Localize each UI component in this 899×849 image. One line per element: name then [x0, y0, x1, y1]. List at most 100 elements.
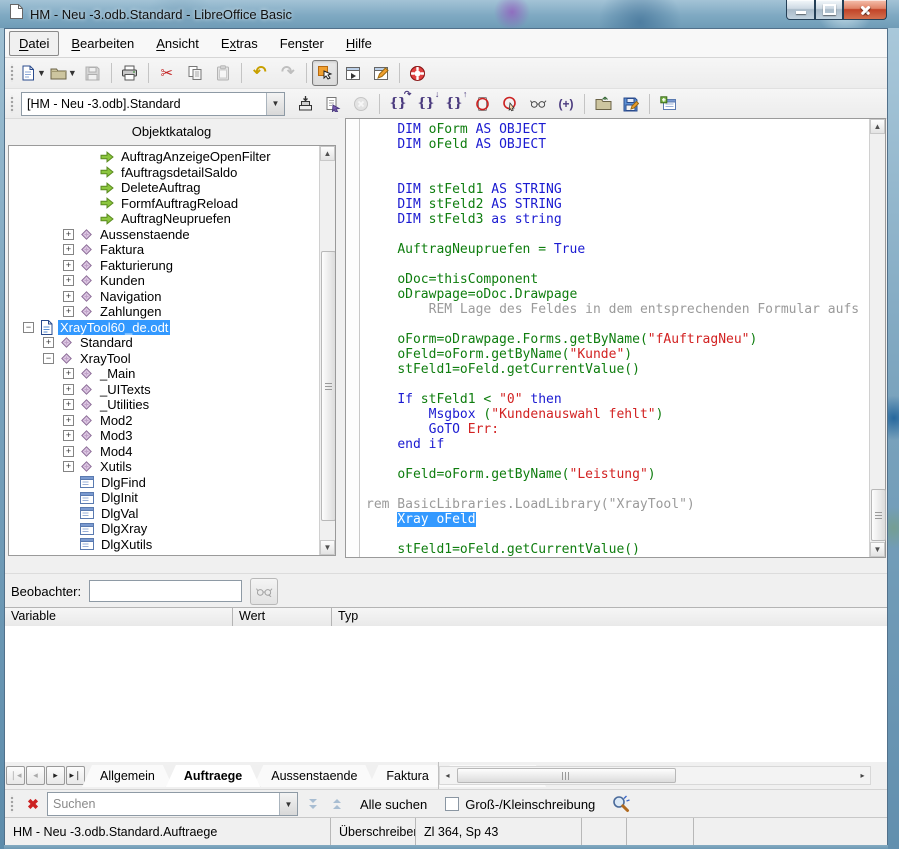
collapse-minus-icon[interactable]: − [23, 322, 34, 333]
maximize-button[interactable] [815, 0, 843, 20]
expand-plus-icon[interactable]: + [43, 337, 54, 348]
code-area[interactable]: DIM oForm AS OBJECT DIM oFeld AS OBJECT … [360, 119, 869, 557]
tree-item-DlgXray[interactable]: DlgXray [9, 521, 319, 537]
tree-item-Kunden[interactable]: + Kunden [9, 273, 319, 289]
expand-plus-icon[interactable]: + [63, 306, 74, 317]
minimize-button[interactable] [786, 0, 815, 20]
menu-datei[interactable]: Datei [9, 31, 59, 56]
tree-item-FormfAuftragReload[interactable]: FormfAuftragReload [9, 196, 319, 212]
tree-item-label[interactable]: _Utilities [98, 397, 151, 412]
tree-item-XrayTool[interactable]: − XrayTool [9, 351, 319, 367]
breakpoint-gutter[interactable] [346, 119, 360, 557]
expand-plus-icon[interactable]: + [63, 384, 74, 395]
tree-item-fAuftragsdetailSaldo[interactable]: fAuftragsdetailSaldo [9, 165, 319, 181]
tree-item-Mod3[interactable]: +Mod3 [9, 428, 319, 444]
tree-item-label[interactable]: Xutils [98, 459, 134, 474]
toolbar-grip[interactable] [8, 795, 17, 813]
tree-item-Xutils[interactable]: + Xutils [9, 459, 319, 475]
toolbar-grip[interactable] [8, 95, 17, 113]
toolbar-grip[interactable] [8, 64, 17, 82]
tree-item-_UITexts[interactable]: +_UITexts [9, 382, 319, 398]
import-basic-source-button[interactable] [590, 91, 616, 117]
copy-button[interactable] [182, 60, 208, 86]
expand-plus-icon[interactable]: + [63, 244, 74, 255]
scroll-down-icon[interactable]: ▼ [320, 540, 335, 555]
tree-item-label[interactable]: DlgFind [99, 475, 148, 490]
save-basic-source-button[interactable] [618, 91, 644, 117]
edit-dialog-button[interactable] [368, 60, 394, 86]
expand-plus-icon[interactable]: + [63, 399, 74, 410]
search-input-value[interactable]: Suchen [48, 797, 279, 811]
tree-item-label[interactable]: Mod2 [98, 413, 135, 428]
match-case-checkbox[interactable] [445, 797, 459, 811]
close-search-icon[interactable]: ✖ [23, 794, 43, 814]
tree-item-Aussenstaende[interactable]: + Aussenstaende [9, 227, 319, 243]
library-combobox[interactable]: [HM - Neu -3.odb].Standard ▼ [21, 92, 285, 116]
print-button[interactable] [117, 60, 143, 86]
tree-item-DlgFind[interactable]: DlgFind [9, 475, 319, 491]
search-combobox[interactable]: Suchen ▼ [47, 792, 298, 816]
tree-item-label[interactable]: DeleteAuftrag [119, 180, 203, 195]
menu-ansicht[interactable]: Ansicht [146, 31, 209, 56]
tree-item-DlgXutils[interactable]: DlgXutils [9, 537, 319, 553]
tree-item-label[interactable]: Fakturierung [98, 258, 175, 273]
tree-item-label[interactable]: Kunden [98, 273, 147, 288]
horizontal-scrollbar[interactable]: ◂ ▸ [439, 766, 871, 785]
editor-scrollbar[interactable]: ▲ ▼ [869, 119, 885, 557]
next-tab-button[interactable]: ▸ [46, 766, 65, 785]
expand-plus-icon[interactable]: + [63, 260, 74, 271]
watch-column-wert[interactable]: Wert [233, 608, 332, 626]
search-all-button[interactable]: Alle suchen [360, 797, 427, 812]
tree-item-Standard[interactable]: +Standard [9, 335, 319, 351]
tree-item-label[interactable]: Mod4 [98, 444, 135, 459]
expand-plus-icon[interactable]: + [63, 368, 74, 379]
run-macro-button[interactable] [320, 91, 346, 117]
manage-modules-button[interactable] [655, 91, 681, 117]
tree-item-label[interactable]: Faktura [98, 242, 146, 257]
expand-plus-icon[interactable]: + [63, 291, 74, 302]
expand-plus-icon[interactable]: + [63, 275, 74, 286]
tree-item-label[interactable]: fAuftragsdetailSaldo [119, 165, 239, 180]
object-catalog-tree[interactable]: AuftragAnzeigeOpenFilterfAuftragsdetailS… [8, 145, 336, 556]
horizontal-scrollbar-thumb[interactable] [457, 768, 676, 783]
tree-item-DeleteAuftrag[interactable]: DeleteAuftrag [9, 180, 319, 196]
search-combobox-dropdown[interactable]: ▼ [279, 793, 297, 815]
scroll-right-icon[interactable]: ▸ [855, 767, 870, 784]
expand-plus-icon[interactable]: + [63, 446, 74, 457]
tree-item-DlgInit[interactable]: DlgInit [9, 490, 319, 506]
help-button[interactable] [405, 60, 431, 86]
tree-item-label[interactable]: Mod3 [98, 428, 135, 443]
tree-scrollbar-thumb[interactable] [321, 251, 336, 521]
test-dialog-button[interactable] [340, 60, 366, 86]
tree-item-Mod4[interactable]: + Mod4 [9, 444, 319, 460]
new-document-button[interactable]: ▼ [18, 60, 47, 86]
tree-item-label[interactable]: DlgXray [99, 521, 149, 536]
tab-allgemein[interactable]: Allgemein [82, 765, 173, 787]
watch-table-body[interactable] [5, 626, 887, 763]
open-document-button[interactable]: ▼ [49, 60, 78, 86]
compile-button[interactable] [292, 91, 318, 117]
tree-item-Zahlungen[interactable]: +Zahlungen [9, 304, 319, 320]
tree-item-label[interactable]: XrayTool [78, 351, 133, 366]
find-and-replace-icon[interactable] [611, 795, 631, 813]
tree-item-label[interactable]: XrayTool60_de.odt [58, 320, 170, 335]
expand-plus-icon[interactable]: + [63, 229, 74, 240]
scroll-down-icon[interactable]: ▼ [870, 542, 885, 557]
expand-plus-icon[interactable]: + [63, 461, 74, 472]
tree-item-label[interactable]: AuftragAnzeigeOpenFilter [119, 149, 273, 164]
menu-hilfe[interactable]: Hilfe [336, 31, 382, 56]
tree-item-label[interactable]: _Main [98, 366, 137, 381]
dropdown-caret-icon[interactable]: ▼ [37, 68, 46, 78]
step-into-button[interactable]: {}↓ [413, 91, 439, 117]
title-bar[interactable]: HM - Neu -3.odb.Standard - LibreOffice B… [0, 0, 899, 28]
scroll-left-icon[interactable]: ◂ [440, 767, 455, 784]
tree-item-label[interactable]: Aussenstaende [98, 227, 192, 242]
select-mode-button[interactable] [312, 60, 338, 86]
collapse-minus-icon[interactable]: − [43, 353, 54, 364]
tab-aussenstaende[interactable]: Aussenstaende [253, 765, 375, 787]
cut-button[interactable]: ✂ [154, 60, 180, 86]
step-out-button[interactable]: {}↑ [441, 91, 467, 117]
tree-item-Faktura[interactable]: + Faktura [9, 242, 319, 258]
tree-item-label[interactable]: DlgInit [99, 490, 140, 505]
tree-item-Navigation[interactable]: +Navigation [9, 289, 319, 305]
